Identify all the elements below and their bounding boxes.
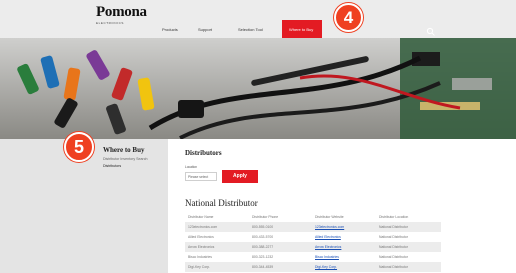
distributor-table: Distributor Name Distributor Phone Distr… [185, 212, 441, 272]
nav-support[interactable]: Support [198, 27, 212, 32]
sidebar-title: Where to Buy [103, 146, 145, 154]
table-row: 123electronics.com 800-555-0100 123elect… [185, 222, 441, 232]
distributor-name: Arrow Electronics [188, 245, 215, 249]
hero-image [0, 38, 516, 139]
table-row: Arrow Electronics 800-388-2277 Arrow Ele… [185, 242, 441, 252]
distributor-website-link[interactable]: Arrow Electronics [315, 245, 341, 249]
table-row: Allied Electronics 800-433-5700 Allied E… [185, 232, 441, 242]
distributor-location: National Distributor [379, 225, 408, 229]
callout-badge-5: 5 [64, 132, 94, 162]
national-distributor-heading: National Distributor [185, 198, 258, 208]
sidebar-link-inventory-search[interactable]: Distributor Inventory Search [103, 157, 148, 161]
distributor-website-link[interactable]: Bisco Industries [315, 255, 339, 259]
logo-wordmark: Pomona [96, 4, 147, 20]
distributor-phone: 800-344-4539 [252, 265, 274, 269]
table-header-row: Distributor Name Distributor Phone Distr… [185, 212, 441, 222]
distributor-location: National Distributor [379, 255, 408, 259]
top-nav: Pomona ELECTRONICS Products Support Sele… [0, 0, 516, 38]
distributor-phone: 800-555-0100 [252, 225, 274, 229]
distributor-location: National Distributor [379, 235, 408, 239]
nav-products[interactable]: Products [162, 27, 178, 32]
distributor-location: National Distributor [379, 245, 408, 249]
table-row: Bisco Industries 800-323-1232 Bisco Indu… [185, 252, 441, 262]
nav-where-to-buy[interactable]: Where to Buy [289, 27, 313, 32]
column-header: Distributor Phone [252, 215, 279, 219]
search-icon[interactable] [426, 27, 436, 37]
location-label: Location [185, 165, 198, 169]
apply-button[interactable]: Apply [222, 170, 258, 183]
distributor-website-link[interactable]: Allied Electronics [315, 235, 341, 239]
distributor-location: National Distributor [379, 265, 408, 269]
distributor-website-link[interactable]: 123electronics.com [315, 225, 344, 229]
distributor-name: Allied Electronics [188, 235, 214, 239]
pomona-logo[interactable]: Pomona ELECTRONICS [96, 4, 147, 26]
distributor-phone: 800-433-5700 [252, 235, 274, 239]
location-select[interactable]: Please select [185, 172, 217, 181]
column-header: Distributor Location [379, 215, 409, 219]
distributor-name: Digi-Key Corp. [188, 265, 211, 269]
distributor-name: Bisco Industries [188, 255, 212, 259]
logo-subtitle: ELECTRONICS [96, 21, 124, 25]
page-title: Distributors [185, 149, 222, 157]
column-header: Distributor Website [315, 215, 344, 219]
distributor-name: 123electronics.com [188, 225, 218, 229]
distributor-website-link[interactable]: Digi-Key Corp. [315, 265, 337, 269]
sidebar-link-distributors[interactable]: Distributors [103, 164, 121, 168]
column-header: Distributor Name [188, 215, 214, 219]
callout-badge-4: 4 [334, 3, 363, 32]
nav-selection-tool[interactable]: Selection Tool [238, 27, 263, 32]
table-row: Digi-Key Corp. 800-344-4539 Digi-Key Cor… [185, 262, 441, 272]
distributor-phone: 800-323-1232 [252, 255, 274, 259]
test-leads-illustration [0, 38, 516, 139]
distributor-phone: 800-388-2277 [252, 245, 274, 249]
